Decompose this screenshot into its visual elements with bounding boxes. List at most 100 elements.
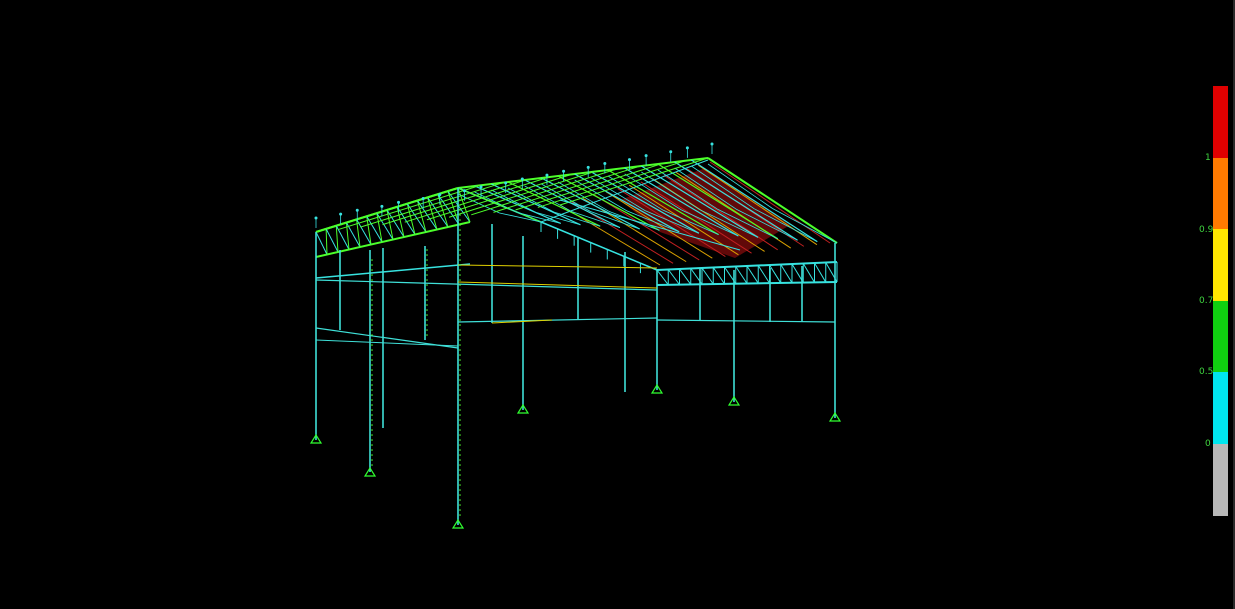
member-load-marker <box>371 364 373 366</box>
member-load-marker <box>371 309 373 311</box>
member-load-marker <box>459 434 461 436</box>
member-load-marker <box>426 249 428 251</box>
member-load-marker <box>371 419 373 421</box>
member-load-marker <box>459 299 461 301</box>
member-load-marker <box>459 444 461 446</box>
member-load-marker <box>459 309 461 311</box>
structure-3d-viewport[interactable] <box>0 0 1235 609</box>
member-load-marker <box>371 329 373 331</box>
member-load-marker <box>371 344 373 346</box>
member-load-marker <box>459 289 461 291</box>
legend-tick-0-9: 0.9 <box>1199 225 1214 235</box>
member-load-marker <box>459 369 461 371</box>
member-load-marker <box>371 349 373 351</box>
member-load-marker <box>426 269 428 271</box>
member-load-marker <box>459 284 461 286</box>
legend-tick-1: 1 <box>1205 153 1211 163</box>
member-load-marker <box>426 274 428 276</box>
member-load-marker <box>371 454 373 456</box>
member-load-marker <box>371 304 373 306</box>
legend-tick-0: 0 <box>1205 439 1211 449</box>
member-load-marker <box>371 324 373 326</box>
member-load-marker <box>459 439 461 441</box>
member-load-marker <box>426 334 428 336</box>
member-load-marker <box>371 399 373 401</box>
member-load-marker <box>371 429 373 431</box>
member-load-marker <box>459 509 461 511</box>
member-load-marker <box>459 249 461 251</box>
member-load-marker <box>371 339 373 341</box>
member-load-marker <box>459 359 461 361</box>
member-load-marker <box>459 259 461 261</box>
member-load-marker <box>459 504 461 506</box>
member-load-marker <box>459 204 461 206</box>
member-load-marker <box>459 424 461 426</box>
member-load-marker <box>371 404 373 406</box>
member-load-marker <box>459 499 461 501</box>
member-load-marker <box>371 299 373 301</box>
member-load-marker <box>459 479 461 481</box>
member-load-marker <box>371 264 373 266</box>
member-load-marker <box>371 459 373 461</box>
member-load-marker <box>371 464 373 466</box>
member-load-marker <box>459 319 461 321</box>
member-load-marker <box>371 384 373 386</box>
member-load-marker <box>371 444 373 446</box>
legend-segment-green <box>1213 300 1228 373</box>
member-load-marker <box>459 339 461 341</box>
member-load-marker <box>426 284 428 286</box>
member-load-marker <box>426 294 428 296</box>
member-load-marker <box>459 364 461 366</box>
member-load-marker <box>371 279 373 281</box>
legend-segment-orange <box>1213 157 1228 230</box>
member-load-marker <box>459 274 461 276</box>
member-load-marker <box>426 254 428 256</box>
member-load-marker <box>459 264 461 266</box>
member-load-marker <box>459 334 461 336</box>
member-load-marker <box>459 234 461 236</box>
member-load-marker <box>459 409 461 411</box>
member-load-marker <box>426 299 428 301</box>
member-load-marker <box>459 489 461 491</box>
member-load-marker <box>459 469 461 471</box>
member-load-marker <box>459 324 461 326</box>
member-load-marker <box>426 314 428 316</box>
member-load-marker <box>426 319 428 321</box>
legend-segment-yellow <box>1213 229 1228 301</box>
legend-tick-0-5: 0.5 <box>1199 367 1214 377</box>
member-load-marker <box>426 309 428 311</box>
member-load-marker <box>426 279 428 281</box>
member-load-marker <box>426 289 428 291</box>
member-load-marker <box>459 459 461 461</box>
member-load-marker <box>459 349 461 351</box>
member-load-marker <box>371 334 373 336</box>
member-load-marker <box>459 244 461 246</box>
member-load-marker <box>371 319 373 321</box>
member-load-marker <box>371 449 373 451</box>
member-load-marker <box>426 324 428 326</box>
member-load-marker <box>459 514 461 516</box>
member-load-marker <box>459 229 461 231</box>
legend-segment-grey <box>1213 443 1228 516</box>
member-load-marker <box>371 359 373 361</box>
member-load-marker <box>459 239 461 241</box>
member-load-marker <box>459 304 461 306</box>
member-load-marker <box>371 269 373 271</box>
member-load-marker <box>459 214 461 216</box>
member-load-marker <box>371 294 373 296</box>
member-load-marker <box>459 494 461 496</box>
member-load-marker <box>371 259 373 261</box>
member-load-marker <box>459 219 461 221</box>
member-load-marker <box>426 304 428 306</box>
member-load-marker <box>459 254 461 256</box>
member-load-marker <box>459 414 461 416</box>
legend-segment-cyan <box>1213 372 1228 444</box>
member-load-marker <box>371 434 373 436</box>
legend-segment-red <box>1213 86 1228 158</box>
legend-tick-0-7: 0.7 <box>1199 296 1214 306</box>
member-load-marker <box>459 389 461 391</box>
member-load-marker <box>426 259 428 261</box>
member-load-marker <box>459 474 461 476</box>
member-load-marker <box>459 384 461 386</box>
member-load-marker <box>371 394 373 396</box>
